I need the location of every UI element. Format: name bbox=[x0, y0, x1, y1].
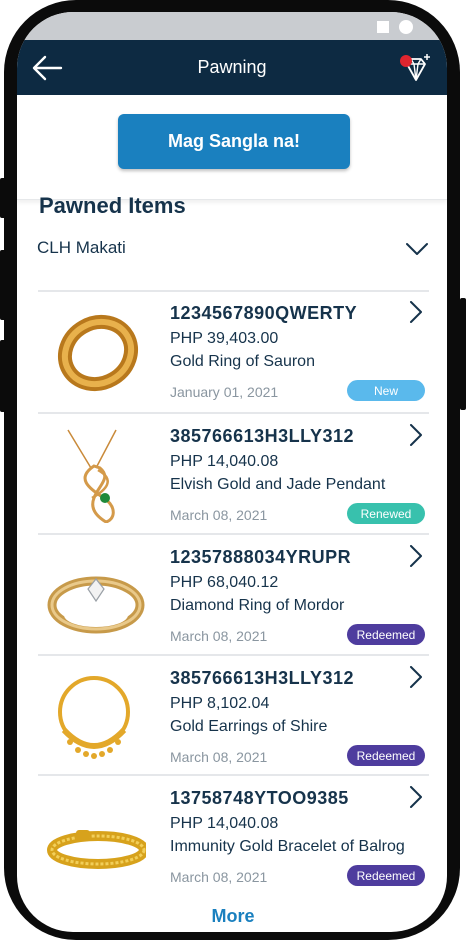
diamond-notification-icon[interactable] bbox=[397, 52, 433, 84]
item-date: March 08, 2021 bbox=[170, 507, 268, 523]
diamond-ring-icon bbox=[47, 576, 145, 634]
page-title: Pawning bbox=[197, 57, 267, 77]
item-date: January 01, 2021 bbox=[170, 384, 279, 400]
status-badge: Redeemed bbox=[347, 624, 425, 645]
item-code: 12357888034YRUPR bbox=[170, 547, 352, 567]
item-name: Immunity Gold Bracelet of Balrog bbox=[170, 838, 405, 855]
status-badge: New bbox=[347, 380, 425, 401]
item-name: Gold Ring of Sauron bbox=[170, 353, 315, 370]
section-title: Pawned Items bbox=[39, 193, 186, 218]
chevron-right-icon[interactable] bbox=[409, 666, 423, 688]
side-button bbox=[0, 178, 6, 218]
chevron-right-icon[interactable] bbox=[409, 786, 423, 808]
status-square-icon bbox=[377, 21, 389, 33]
item-price: PHP 8,102.04 bbox=[170, 695, 270, 712]
item-name: Elvish Gold and Jade Pendant bbox=[170, 476, 386, 493]
item-date: March 08, 2021 bbox=[170, 628, 268, 644]
item-price: PHP 14,040.08 bbox=[170, 453, 279, 470]
more-link[interactable]: More bbox=[0, 906, 466, 927]
item-price: PHP 68,040.12 bbox=[170, 574, 279, 591]
status-badge: Redeemed bbox=[347, 745, 425, 766]
status-badge: Redeemed bbox=[347, 865, 425, 886]
side-button bbox=[0, 340, 6, 412]
cta-section: Mag Sangla na! bbox=[17, 95, 447, 200]
gold-bracelet-icon bbox=[47, 830, 146, 869]
app-bar: Pawning bbox=[17, 40, 447, 95]
status-bar bbox=[17, 12, 447, 40]
jade-pendant-icon bbox=[67, 429, 117, 523]
list-item[interactable]: 385766613H3LLY312 PHP 14,040.08 Elvish G… bbox=[38, 414, 429, 534]
list-item[interactable]: 13758748YTOO9385 PHP 14,040.08 Immunity … bbox=[38, 776, 429, 896]
item-code: 385766613H3LLY312 bbox=[170, 426, 354, 446]
item-name: Diamond Ring of Mordor bbox=[170, 597, 345, 614]
item-name: Gold Earrings of Shire bbox=[170, 718, 328, 735]
item-price: PHP 14,040.08 bbox=[170, 815, 279, 832]
chevron-right-icon[interactable] bbox=[409, 424, 423, 446]
item-date: March 08, 2021 bbox=[170, 869, 268, 885]
list-item[interactable]: 1234567890QWERTY PHP 39,403.00 Gold Ring… bbox=[38, 291, 429, 411]
item-date: March 08, 2021 bbox=[170, 749, 268, 765]
item-code: 385766613H3LLY312 bbox=[170, 668, 354, 688]
item-code: 13758748YTOO9385 bbox=[170, 788, 349, 808]
list-item[interactable]: 12357888034YRUPR PHP 68,040.12 Diamond R… bbox=[38, 535, 429, 655]
list-item[interactable]: 385766613H3LLY312 PHP 8,102.04 Gold Earr… bbox=[38, 656, 429, 776]
gold-earring-icon bbox=[58, 676, 130, 759]
chevron-right-icon[interactable] bbox=[409, 545, 423, 567]
pawn-now-button[interactable]: Mag Sangla na! bbox=[118, 114, 350, 169]
chevron-down-icon[interactable] bbox=[406, 242, 428, 256]
branch-select[interactable]: CLH Makati bbox=[37, 238, 126, 258]
gold-ring-icon bbox=[57, 314, 139, 392]
status-dot-icon bbox=[399, 20, 413, 34]
status-badge: Renewed bbox=[347, 503, 425, 524]
item-price: PHP 39,403.00 bbox=[170, 330, 279, 347]
item-code: 1234567890QWERTY bbox=[170, 303, 358, 323]
side-button bbox=[460, 298, 466, 410]
side-button bbox=[0, 250, 6, 320]
chevron-right-icon[interactable] bbox=[409, 301, 423, 323]
